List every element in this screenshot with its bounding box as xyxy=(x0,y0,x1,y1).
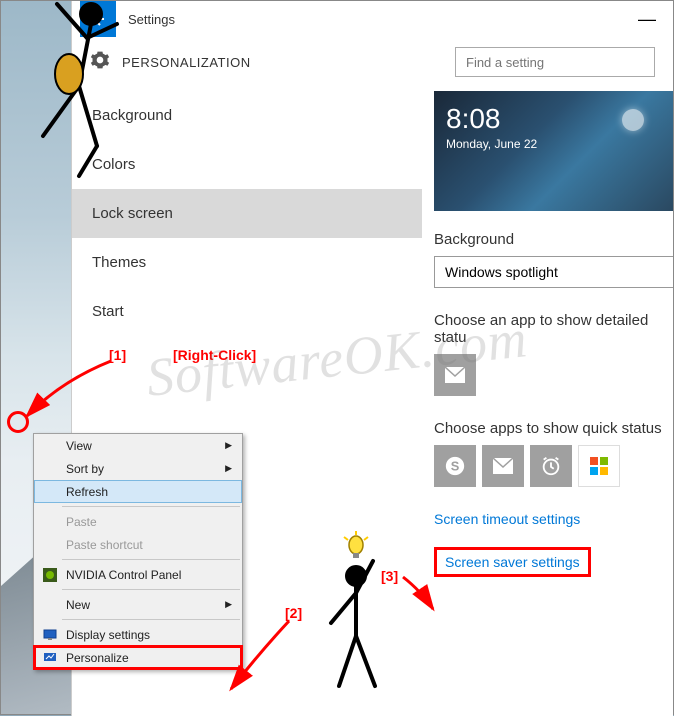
detailed-status-label: Choose an app to show detailed statu xyxy=(434,312,673,346)
ctx-paste: Paste xyxy=(34,510,242,533)
ctx-new[interactable]: New▶ xyxy=(34,593,242,616)
sidebar-item-background[interactable]: Background xyxy=(72,91,422,140)
ctx-paste-shortcut: Paste shortcut xyxy=(34,533,242,556)
detailed-app-tile[interactable] xyxy=(434,354,476,396)
link-screen-timeout[interactable]: Screen timeout settings xyxy=(434,511,673,527)
display-icon xyxy=(42,627,58,643)
minimize-button[interactable]: — xyxy=(629,1,665,37)
link-screen-saver[interactable]: Screen saver settings xyxy=(434,547,591,577)
ctx-sortby[interactable]: Sort by▶ xyxy=(34,457,242,480)
sidebar-item-themes[interactable]: Themes xyxy=(72,238,422,287)
svg-text:S: S xyxy=(451,459,460,474)
desktop-context-menu: View▶ Sort by▶ Refresh Paste Paste short… xyxy=(33,433,243,670)
sidebar-item-start[interactable]: Start xyxy=(72,287,422,336)
mail-icon xyxy=(493,458,513,474)
ctx-separator xyxy=(62,619,240,620)
nvidia-icon xyxy=(42,567,58,583)
chevron-right-icon: ▶ xyxy=(225,440,232,451)
lockscreen-preview: 8:08 Monday, June 22 xyxy=(434,91,673,211)
microsoft-icon xyxy=(589,456,609,476)
moon-icon xyxy=(622,109,644,131)
ctx-separator xyxy=(62,506,240,507)
ctx-refresh[interactable]: Refresh xyxy=(34,480,242,503)
arrow-left-icon xyxy=(90,11,106,27)
ctx-separator xyxy=(62,589,240,590)
alarm-icon xyxy=(540,455,562,477)
page-title: PERSONALIZATION xyxy=(122,55,455,70)
mail-icon xyxy=(445,367,465,383)
back-button[interactable] xyxy=(80,1,116,37)
window-title: Settings xyxy=(128,12,629,27)
quick-tile-store[interactable] xyxy=(578,445,620,487)
ctx-personalize[interactable]: Personalize xyxy=(34,646,242,669)
gear-icon xyxy=(90,50,110,75)
header: PERSONALIZATION xyxy=(72,37,673,91)
search-box[interactable] xyxy=(455,47,655,77)
ctx-nvidia[interactable]: NVIDIA Control Panel xyxy=(34,563,242,586)
background-dropdown[interactable]: Windows spotlight xyxy=(434,256,673,288)
quick-tile-alarm[interactable] xyxy=(530,445,572,487)
sidebar-item-lockscreen[interactable]: Lock screen xyxy=(72,189,422,238)
skype-icon: S xyxy=(444,455,466,477)
ctx-display-settings[interactable]: Display settings xyxy=(34,623,242,646)
ctx-view[interactable]: View▶ xyxy=(34,434,242,457)
chevron-right-icon: ▶ xyxy=(225,599,232,610)
chevron-right-icon: ▶ xyxy=(225,463,232,474)
background-value: Windows spotlight xyxy=(445,264,558,280)
sidebar-item-colors[interactable]: Colors xyxy=(72,140,422,189)
quick-tile-mail[interactable] xyxy=(482,445,524,487)
ctx-separator xyxy=(62,559,240,560)
search-input[interactable] xyxy=(456,48,654,76)
content-panel: 8:08 Monday, June 22 Background Windows … xyxy=(422,91,673,716)
titlebar: Settings — xyxy=(72,1,673,37)
preview-date: Monday, June 22 xyxy=(446,137,662,151)
annotation-circle xyxy=(7,411,29,433)
quick-tile-skype[interactable]: S xyxy=(434,445,476,487)
background-label: Background xyxy=(434,231,673,248)
quick-status-label: Choose apps to show quick status xyxy=(434,420,673,437)
personalize-icon xyxy=(42,650,58,666)
